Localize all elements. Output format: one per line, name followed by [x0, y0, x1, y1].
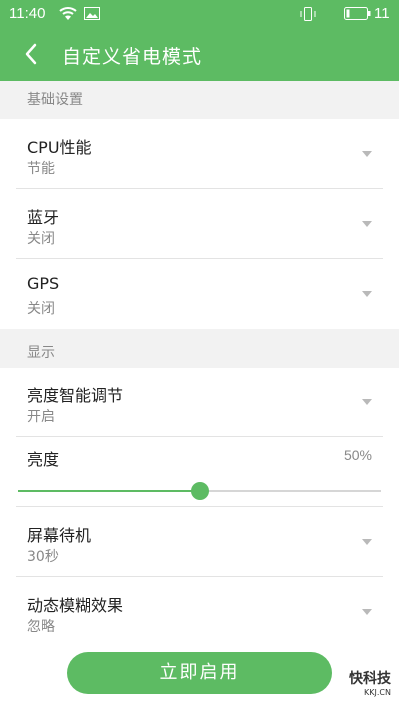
dropdown-arrow-icon: [362, 609, 372, 615]
vibrate-icon: [300, 6, 316, 26]
chevron-left-icon[interactable]: [20, 42, 44, 66]
section-header-display: 显示: [0, 329, 399, 368]
page-title: 自定义省电模式: [62, 46, 203, 68]
setting-value: 开启: [27, 409, 55, 425]
setting-label: CPU性能: [27, 138, 92, 157]
brightness-percent: 50%: [343, 447, 372, 463]
status-time: 11:40: [9, 5, 46, 22]
setting-label: 亮度: [27, 450, 60, 469]
watermark-name: 快科技: [349, 671, 391, 687]
battery-icon: [344, 7, 371, 24]
dropdown-arrow-icon: [362, 221, 372, 227]
watermark-domain: KKJ.CN: [364, 688, 391, 697]
setting-label: 蓝牙: [27, 208, 60, 227]
setting-row-screen-timeout[interactable]: 屏幕待机 30秒: [0, 507, 399, 577]
setting-label: 屏幕待机: [27, 526, 92, 545]
setting-label: 亮度智能调节: [27, 386, 124, 405]
dropdown-arrow-icon: [362, 399, 372, 405]
watermark-logo: 快科技 KKJ.CN: [349, 671, 391, 699]
slider-thumb[interactable]: [190, 482, 209, 500]
setting-value: 忽略: [27, 619, 55, 635]
setting-value: 30秒: [27, 549, 59, 565]
setting-row-smart-brightness[interactable]: 亮度智能调节 开启: [0, 368, 399, 437]
setting-value: 关闭: [27, 231, 55, 247]
enable-now-button[interactable]: 立即启用: [67, 652, 332, 694]
title-bar: 自定义省电模式: [0, 28, 399, 81]
section-header-basic: 基础设置: [0, 81, 399, 119]
setting-label: GPS: [27, 274, 60, 293]
dropdown-arrow-icon: [362, 151, 372, 157]
setting-value: 节能: [27, 161, 55, 177]
setting-value: 关闭: [27, 301, 55, 317]
setting-row-bluetooth[interactable]: 蓝牙 关闭: [0, 189, 399, 259]
dropdown-arrow-icon: [362, 539, 372, 545]
setting-row-blur[interactable]: 动态模糊效果 忽略: [0, 577, 399, 637]
brightness-slider[interactable]: [18, 482, 381, 500]
dropdown-arrow-icon: [362, 291, 372, 297]
wifi-icon: [58, 6, 78, 25]
status-bar: 11:40 11: [0, 0, 399, 28]
setting-row-cpu[interactable]: CPU性能 节能: [0, 119, 399, 189]
setting-label: 动态模糊效果: [27, 596, 124, 615]
bottom-bar: 立即启用 快科技 KKJ.CN: [0, 637, 399, 709]
setting-row-gps[interactable]: GPS 关闭: [0, 259, 399, 329]
slider-fill: [18, 490, 200, 492]
battery-level: 11: [374, 5, 390, 22]
setting-row-brightness: 亮度 50%: [0, 437, 399, 507]
image-icon: [84, 7, 100, 24]
